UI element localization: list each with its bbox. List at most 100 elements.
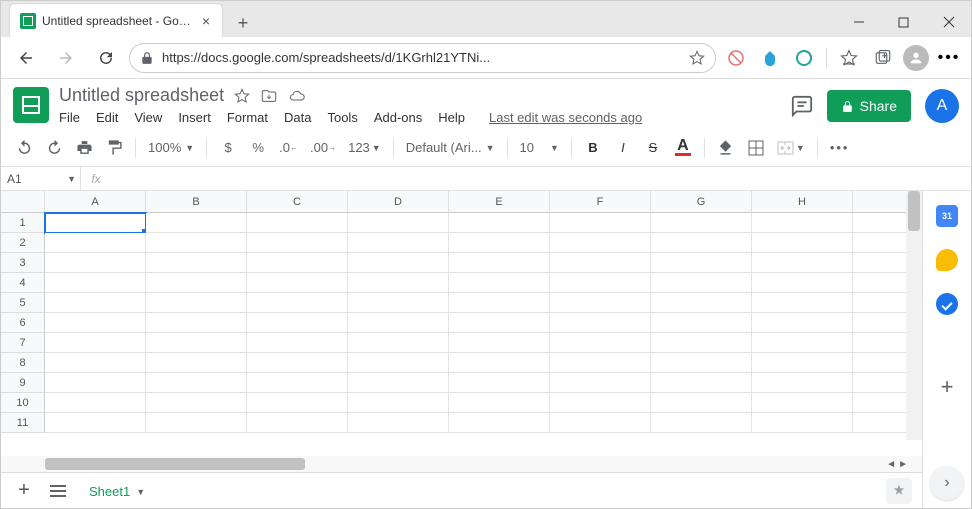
- cell[interactable]: [550, 293, 651, 313]
- star-icon[interactable]: [234, 88, 250, 104]
- collections-icon[interactable]: [869, 44, 897, 72]
- cell[interactable]: [146, 413, 247, 433]
- cell[interactable]: [146, 373, 247, 393]
- cell[interactable]: [651, 373, 752, 393]
- back-button[interactable]: [9, 41, 43, 75]
- column-header[interactable]: H: [752, 191, 853, 213]
- merge-cells-button[interactable]: ▼: [773, 135, 809, 161]
- maximize-button[interactable]: [881, 7, 926, 37]
- cell[interactable]: [449, 333, 550, 353]
- sheets-logo-icon[interactable]: [13, 87, 49, 123]
- cell[interactable]: [550, 353, 651, 373]
- cell[interactable]: [449, 273, 550, 293]
- last-edit-info[interactable]: Last edit was seconds ago: [489, 110, 642, 125]
- column-header[interactable]: G: [651, 191, 752, 213]
- tasks-icon[interactable]: [936, 293, 958, 315]
- user-avatar[interactable]: A: [925, 89, 959, 123]
- cell[interactable]: [146, 273, 247, 293]
- increase-decimal-button[interactable]: .00→: [306, 135, 340, 161]
- address-bar[interactable]: https://docs.google.com/spreadsheets/d/1…: [129, 43, 716, 73]
- cell[interactable]: [752, 213, 853, 233]
- cell[interactable]: [651, 273, 752, 293]
- select-all-corner[interactable]: [1, 191, 45, 213]
- explore-button[interactable]: [886, 478, 912, 504]
- cell[interactable]: [449, 393, 550, 413]
- close-window-button[interactable]: [926, 7, 971, 37]
- text-color-button[interactable]: A: [670, 135, 696, 161]
- cell[interactable]: [247, 213, 348, 233]
- extension-icon-1[interactable]: [722, 44, 750, 72]
- row-header[interactable]: 5: [1, 293, 45, 313]
- cell[interactable]: [449, 213, 550, 233]
- cell[interactable]: [146, 313, 247, 333]
- cell[interactable]: [247, 353, 348, 373]
- strikethrough-button[interactable]: S: [640, 135, 666, 161]
- cell[interactable]: [651, 253, 752, 273]
- favorites-icon[interactable]: [835, 44, 863, 72]
- paint-format-button[interactable]: [101, 135, 127, 161]
- cell[interactable]: [449, 313, 550, 333]
- cell[interactable]: [449, 253, 550, 273]
- more-toolbar-button[interactable]: •••: [826, 135, 854, 161]
- zoom-dropdown[interactable]: 100%▼: [144, 140, 198, 155]
- cell[interactable]: [146, 333, 247, 353]
- cloud-status-icon[interactable]: [288, 88, 306, 104]
- cell[interactable]: [45, 393, 146, 413]
- cell[interactable]: [247, 233, 348, 253]
- cell[interactable]: [348, 213, 449, 233]
- sheet-tab-active[interactable]: Sheet1▼: [79, 476, 155, 505]
- bold-button[interactable]: B: [580, 135, 606, 161]
- cell[interactable]: [348, 253, 449, 273]
- cell[interactable]: [550, 413, 651, 433]
- percent-button[interactable]: %: [245, 135, 271, 161]
- menu-tools[interactable]: Tools: [327, 110, 357, 125]
- cell[interactable]: [550, 373, 651, 393]
- cell[interactable]: [146, 393, 247, 413]
- cell[interactable]: [651, 213, 752, 233]
- undo-button[interactable]: [11, 135, 37, 161]
- cell[interactable]: [45, 333, 146, 353]
- cell[interactable]: [247, 413, 348, 433]
- cell[interactable]: [550, 313, 651, 333]
- print-button[interactable]: [71, 135, 97, 161]
- row-header[interactable]: 3: [1, 253, 45, 273]
- cell[interactable]: [550, 253, 651, 273]
- calendar-icon[interactable]: [936, 205, 958, 227]
- cell[interactable]: [348, 313, 449, 333]
- forward-button[interactable]: [49, 41, 83, 75]
- cell[interactable]: [651, 353, 752, 373]
- cell[interactable]: [752, 393, 853, 413]
- row-header[interactable]: 2: [1, 233, 45, 253]
- cell[interactable]: [550, 333, 651, 353]
- cell[interactable]: [45, 373, 146, 393]
- cell[interactable]: [45, 313, 146, 333]
- more-formats-button[interactable]: 123▼: [344, 135, 385, 161]
- menu-format[interactable]: Format: [227, 110, 268, 125]
- cell[interactable]: [247, 313, 348, 333]
- vertical-scrollbar[interactable]: [906, 191, 922, 440]
- cell[interactable]: [651, 393, 752, 413]
- cell[interactable]: [449, 373, 550, 393]
- menu-help[interactable]: Help: [438, 110, 465, 125]
- cell[interactable]: [45, 293, 146, 313]
- cell[interactable]: [752, 413, 853, 433]
- column-header[interactable]: C: [247, 191, 348, 213]
- borders-button[interactable]: [743, 135, 769, 161]
- cell[interactable]: [348, 393, 449, 413]
- row-header[interactable]: 1: [1, 213, 45, 233]
- menu-data[interactable]: Data: [284, 110, 311, 125]
- cell[interactable]: [348, 373, 449, 393]
- reload-button[interactable]: [89, 41, 123, 75]
- cell[interactable]: [752, 333, 853, 353]
- fill-color-button[interactable]: [713, 135, 739, 161]
- cell[interactable]: [348, 293, 449, 313]
- horizontal-scrollbar[interactable]: ◄►: [1, 456, 922, 472]
- menu-addons[interactable]: Add-ons: [374, 110, 422, 125]
- font-dropdown[interactable]: Default (Ari...▼: [402, 140, 499, 155]
- collapse-side-panel-button[interactable]: ›: [930, 466, 964, 500]
- keep-icon[interactable]: [936, 249, 958, 271]
- cell[interactable]: [752, 293, 853, 313]
- cell[interactable]: [752, 353, 853, 373]
- cell[interactable]: [752, 233, 853, 253]
- cell[interactable]: [348, 273, 449, 293]
